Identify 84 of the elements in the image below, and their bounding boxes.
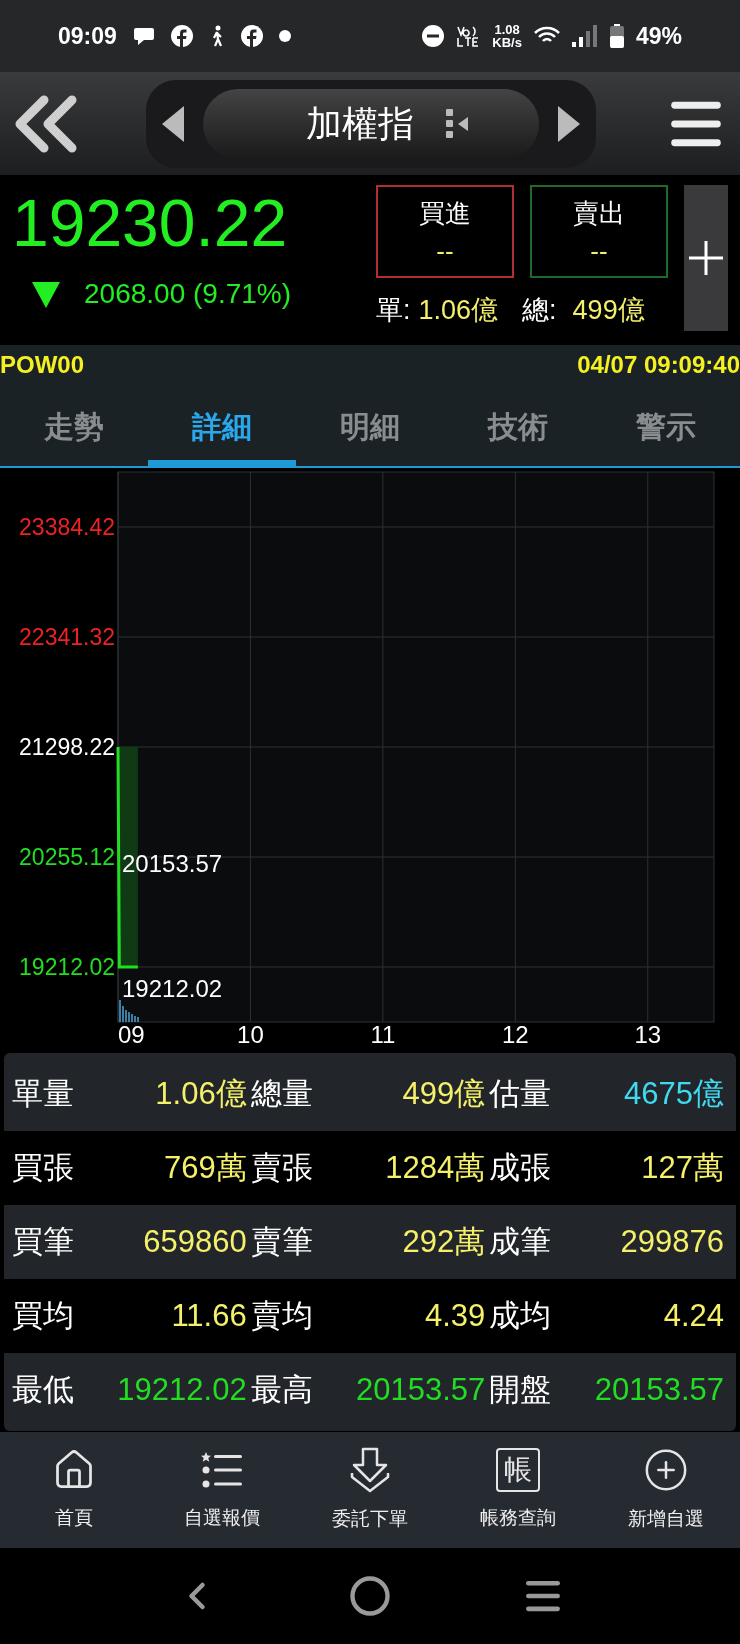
down-arrow-icon bbox=[348, 1446, 392, 1493]
chat-icon bbox=[132, 26, 155, 46]
stat-label: 成均 bbox=[489, 1296, 552, 1335]
status-time: 09:09 bbox=[58, 21, 117, 51]
stat-label: 單量 bbox=[12, 1074, 74, 1113]
axis-label: 09 bbox=[118, 1021, 145, 1045]
volume-label: 總: bbox=[522, 294, 557, 327]
axis-label: 19212.02 bbox=[19, 954, 115, 980]
stat-label: 買均 bbox=[12, 1296, 74, 1335]
facebook-icon bbox=[170, 25, 193, 47]
stat-value: 769萬 bbox=[163, 1148, 247, 1187]
add-button[interactable] bbox=[684, 185, 728, 331]
stat-value: 20153.57 bbox=[356, 1370, 486, 1409]
stat-label: 買張 bbox=[12, 1148, 74, 1187]
stat-value: 127萬 bbox=[641, 1148, 724, 1187]
axis-label: 11 bbox=[370, 1021, 396, 1045]
index-price: 19230.22 bbox=[12, 185, 289, 261]
stat-value: 4.39 bbox=[425, 1296, 486, 1335]
axis-label: 23384.42 bbox=[19, 514, 115, 540]
axis-label: 20255.12 bbox=[19, 844, 115, 870]
stat-value: 4.24 bbox=[663, 1296, 724, 1335]
stat-label: 成筆 bbox=[489, 1222, 552, 1261]
network-speed-unit: KB/s bbox=[492, 36, 522, 49]
buy-button[interactable]: 買進 -- bbox=[376, 185, 514, 278]
axis-label: 21298.22 bbox=[19, 734, 115, 760]
stat-value: 20153.57 bbox=[594, 1370, 724, 1409]
signal-icon bbox=[571, 25, 598, 47]
volte-icon bbox=[456, 24, 481, 48]
instrument-title: 加權指 bbox=[306, 101, 414, 146]
stat-label: 最高 bbox=[250, 1370, 313, 1409]
tab[interactable]: 明細 bbox=[296, 385, 444, 466]
down-triangle-icon bbox=[32, 280, 60, 308]
stat-value: 1.06億 bbox=[155, 1074, 247, 1113]
battery-icon bbox=[609, 24, 624, 48]
nav-item[interactable]: 新增自選 bbox=[592, 1432, 740, 1548]
network-speed: 1.08 bbox=[494, 23, 520, 36]
tab[interactable]: 警示 bbox=[592, 385, 740, 466]
axis-label: 22341.32 bbox=[19, 624, 115, 650]
account-icon: 帳 bbox=[496, 1447, 540, 1492]
stat-value: 499億 bbox=[402, 1074, 486, 1113]
dot-icon bbox=[278, 30, 291, 42]
stat-value: 292萬 bbox=[402, 1222, 486, 1261]
stat-label: 總量 bbox=[250, 1074, 313, 1113]
next-triangle-icon[interactable] bbox=[558, 105, 580, 142]
nav-item[interactable]: 委託下單 bbox=[296, 1432, 444, 1548]
nav-item[interactable]: 帳 帳務查詢 bbox=[444, 1432, 592, 1548]
stat-label: 開盤 bbox=[489, 1370, 552, 1409]
stat-value: 11.66 bbox=[171, 1296, 247, 1335]
home-button-icon[interactable] bbox=[349, 1575, 391, 1617]
stat-label: 賣張 bbox=[250, 1148, 313, 1187]
price-annotation: 19212.02 bbox=[122, 975, 223, 1002]
tab[interactable]: 走勢 bbox=[0, 385, 148, 466]
instrument-code: POW00 bbox=[0, 350, 85, 380]
tab[interactable]: 技術 bbox=[444, 385, 592, 466]
stat-label: 成張 bbox=[489, 1148, 552, 1187]
sell-button[interactable]: 賣出 -- bbox=[530, 185, 668, 278]
volume-label: 單: bbox=[376, 294, 411, 327]
stat-value: 1284萬 bbox=[385, 1148, 486, 1187]
axis-label: 10 bbox=[237, 1021, 264, 1045]
axis-label: 13 bbox=[634, 1021, 662, 1045]
nav-item[interactable]: 自選報價 bbox=[148, 1432, 296, 1548]
stat-value: 19212.02 bbox=[117, 1370, 247, 1409]
quote-datetime: 04/07 09:09:40 bbox=[577, 350, 740, 380]
do-not-disturb-icon bbox=[422, 25, 445, 47]
volume-value: 499億 bbox=[572, 294, 645, 327]
stat-label: 最低 bbox=[12, 1370, 74, 1409]
nav-item[interactable]: 首頁 bbox=[0, 1432, 148, 1548]
previous-triangle-icon[interactable] bbox=[162, 105, 184, 142]
stat-label: 買筆 bbox=[12, 1222, 74, 1261]
stat-label: 賣筆 bbox=[250, 1222, 313, 1261]
switch-icon bbox=[446, 108, 468, 139]
volume-value: 1.06億 bbox=[418, 294, 499, 327]
stat-value: 4675億 bbox=[624, 1074, 724, 1113]
volume-bars-drawing bbox=[119, 1000, 139, 1022]
facebook-icon bbox=[240, 25, 263, 47]
price-change: 2068.00 (9.71%) bbox=[84, 277, 292, 311]
stat-value: 299876 bbox=[620, 1222, 724, 1261]
stat-value: 659860 bbox=[143, 1222, 247, 1261]
plus-icon bbox=[689, 241, 723, 275]
axis-label: 12 bbox=[502, 1021, 529, 1045]
stat-label: 賣均 bbox=[250, 1296, 313, 1335]
battery-percent: 49% bbox=[635, 21, 682, 51]
price-annotation: 20153.57 bbox=[122, 850, 223, 877]
stat-label: 估量 bbox=[489, 1074, 552, 1113]
